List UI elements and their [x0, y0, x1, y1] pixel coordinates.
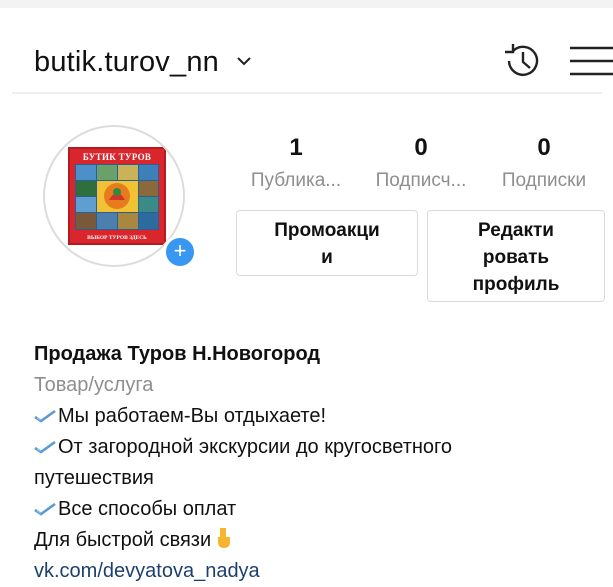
bio-link[interactable]: vk.com/devyatova_nadya [34, 556, 594, 587]
promotions-label-line-2: и [321, 247, 333, 268]
brand-logo: БУТИК ТУРОВ ВЫБОР ТУРОВ ЗДЕСЬ [68, 147, 166, 245]
profile-category[interactable]: Товар/услуга [34, 370, 594, 401]
bio-line: Для быстрой связи [34, 525, 594, 556]
checkmark-icon [34, 502, 56, 516]
logo-bottom-text: ВЫБОР ТУРОВ ЗДЕСЬ [87, 235, 147, 241]
bio-line: Мы работаем-Вы отдыхаете! [34, 401, 594, 432]
hamburger-menu-icon[interactable] [568, 42, 613, 80]
username-title[interactable]: butik.turov_nn [34, 46, 219, 79]
promotions-label-line-1: Промоакци [274, 220, 380, 241]
edit-label-line-2: ровать [482, 247, 550, 268]
bio-line: путешествия [34, 467, 154, 489]
top-bar: butik.turov_nn [0, 0, 613, 92]
stat-posts[interactable]: 1 Публика... [231, 134, 361, 192]
logo-top-text: БУТИК ТУРОВ [82, 152, 152, 162]
checkmark-icon [34, 440, 56, 454]
add-story-plus-icon[interactable]: + [163, 235, 197, 269]
checkmark-icon [34, 409, 56, 423]
pointing-down-hand-icon [218, 528, 231, 548]
stat-followers-count: 0 [414, 134, 428, 161]
profile-name: Продажа Туров Н.Новогород [34, 343, 321, 365]
avatar[interactable]: БУТИК ТУРОВ ВЫБОР ТУРОВ ЗДЕСЬ + [43, 125, 197, 269]
stat-posts-label: Публика... [250, 170, 342, 191]
bio-line: От загородной экскурсии до кругосветного [34, 432, 594, 463]
history-icon[interactable] [500, 38, 546, 84]
bio-line: Все способы оплат [34, 494, 594, 525]
profile-bio: Продажа Туров Н.Новогород Товар/услуга М… [34, 339, 594, 587]
promotions-button[interactable]: Промоакци и [236, 210, 418, 276]
edit-label-line-3: профиль [472, 274, 560, 295]
stat-posts-count: 1 [289, 134, 303, 161]
logo-photo-collage [75, 164, 159, 230]
chevron-down-icon[interactable] [236, 50, 252, 73]
stat-following[interactable]: 0 Подписки [479, 134, 609, 192]
stat-followers-label: Подписч... [375, 170, 467, 191]
header-divider [12, 92, 602, 94]
stat-following-label: Подписки [501, 170, 587, 191]
stat-followers[interactable]: 0 Подписч... [356, 134, 486, 192]
stat-following-count: 0 [537, 134, 551, 161]
edit-label-line-1: Редакти [478, 220, 554, 241]
edit-profile-button[interactable]: Редакти ровать профиль [427, 210, 605, 302]
